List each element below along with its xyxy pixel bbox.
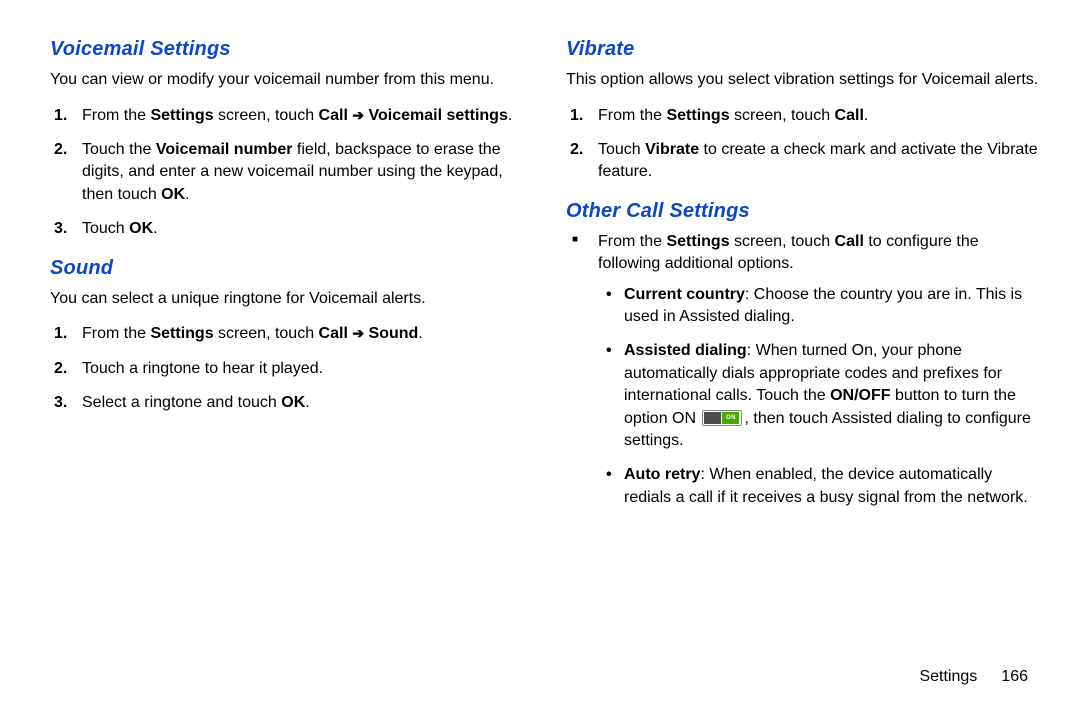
text-bold: Voicemail settings (369, 107, 508, 124)
text-bold: Settings (666, 107, 729, 124)
text-bold: OK (281, 394, 305, 411)
section-sound: Sound You can select a unique ringtone f… (50, 257, 526, 415)
step-item: From the Settings screen, touch Call ➔ S… (74, 323, 526, 345)
page-footer: Settings 166 (919, 668, 1028, 686)
text: Select a ringtone and touch (82, 394, 281, 411)
bullet-list: Current country: Choose the country you … (598, 284, 1042, 510)
section-vibrate: Vibrate This option allows you select vi… (566, 38, 1042, 184)
arrow-icon: ➔ (352, 325, 364, 341)
text-bold: Settings (150, 107, 213, 124)
step-item: Touch a ringtone to hear it played. (74, 358, 526, 380)
section-voicemail-settings: Voicemail Settings You can view or modif… (50, 38, 526, 241)
text-bold: ON/OFF (830, 387, 890, 404)
steps-list: From the Settings screen, touch Call ➔ S… (50, 323, 526, 414)
text: . (418, 325, 422, 342)
text: From the (82, 325, 150, 342)
text: Touch the (82, 141, 156, 158)
text: . (864, 107, 868, 124)
text: . (508, 107, 512, 124)
on-off-toggle-icon: ON (702, 410, 742, 426)
list-item: Current country: Choose the country you … (620, 284, 1042, 329)
text-bold: Call (835, 233, 864, 250)
text: . (153, 220, 157, 237)
toggle-off-half (704, 412, 721, 424)
manual-page: Voicemail Settings You can view or modif… (0, 0, 1080, 720)
text: screen, touch (214, 107, 319, 124)
text: Touch a ringtone to hear it played. (82, 360, 323, 377)
step-item: Touch the Voicemail number field, backsp… (74, 139, 526, 206)
text-bold: Sound (369, 325, 419, 342)
step-item: Touch Vibrate to create a check mark and… (590, 139, 1042, 184)
text-bold: Call (319, 107, 348, 124)
text: screen, touch (730, 107, 835, 124)
steps-list: From the Settings screen, touch Call ➔ V… (50, 105, 526, 241)
step-item: Select a ringtone and touch OK. (74, 392, 526, 414)
text: Touch (598, 141, 645, 158)
text: From the (82, 107, 150, 124)
heading-vibrate: Vibrate (566, 38, 1042, 61)
square-bullet-list: From the Settings screen, touch Call to … (566, 231, 1042, 509)
text-bold: Vibrate (645, 141, 699, 158)
heading-other-call-settings: Other Call Settings (566, 200, 1042, 223)
text: screen, touch (730, 233, 835, 250)
intro-text: You can view or modify your voicemail nu… (50, 69, 526, 91)
text: Touch (82, 220, 129, 237)
text-bold: Call (319, 325, 348, 342)
text: screen, touch (214, 325, 319, 342)
footer-section-label: Settings (919, 668, 977, 685)
step-item: From the Settings screen, touch Call ➔ V… (74, 105, 526, 127)
text-bold: Settings (666, 233, 729, 250)
step-item: Touch OK. (74, 218, 526, 240)
intro-text: This option allows you select vibration … (566, 69, 1042, 91)
text: . (185, 186, 189, 203)
text-bold: Call (835, 107, 864, 124)
left-column: Voicemail Settings You can view or modif… (50, 38, 526, 720)
text: From the (598, 107, 666, 124)
steps-list: From the Settings screen, touch Call. To… (566, 105, 1042, 184)
text-bold: Current country (624, 286, 745, 303)
heading-voicemail-settings: Voicemail Settings (50, 38, 526, 61)
list-item: Auto retry: When enabled, the device aut… (620, 464, 1042, 509)
text-bold: Voicemail number (156, 141, 293, 158)
intro-text: You can select a unique ringtone for Voi… (50, 288, 526, 310)
text-bold: Settings (150, 325, 213, 342)
heading-sound: Sound (50, 257, 526, 280)
right-column: Vibrate This option allows you select vi… (566, 38, 1042, 720)
toggle-on-half: ON (722, 412, 739, 424)
text-bold: Auto retry (624, 466, 700, 483)
text-bold: OK (129, 220, 153, 237)
section-other-call-settings: Other Call Settings From the Settings sc… (566, 200, 1042, 509)
text-bold: Assisted dialing (624, 342, 747, 359)
list-item: From the Settings screen, touch Call to … (590, 231, 1042, 509)
list-item: Assisted dialing: When turned On, your p… (620, 340, 1042, 452)
page-number: 166 (1001, 668, 1028, 685)
text: . (305, 394, 309, 411)
text-bold: OK (161, 186, 185, 203)
step-item: From the Settings screen, touch Call. (590, 105, 1042, 127)
text: From the (598, 233, 666, 250)
arrow-icon: ➔ (352, 107, 364, 123)
